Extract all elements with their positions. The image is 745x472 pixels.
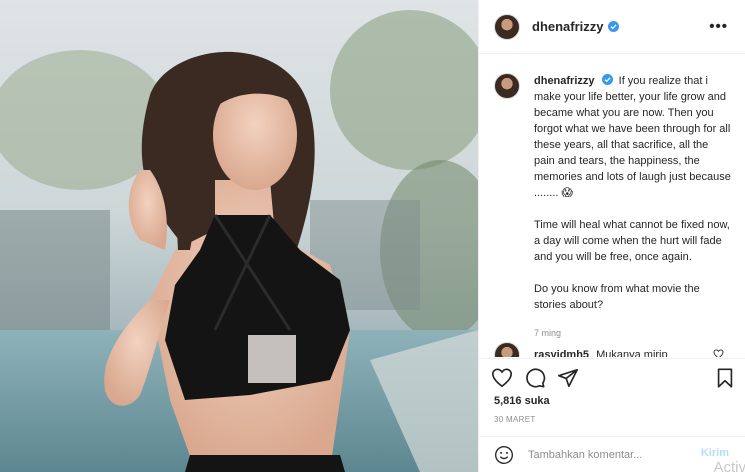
post-date: 30 MARET	[494, 415, 536, 424]
commenter-username[interactable]: rasyidmh5	[534, 349, 589, 357]
commenter-avatar[interactable]	[494, 342, 520, 357]
post-actions: 5,816 suka 30 MARET	[479, 358, 745, 436]
caption-avatar[interactable]	[494, 73, 520, 99]
share-icon[interactable]	[557, 367, 579, 389]
comments-section[interactable]: dhenafrizzy If you realize that i make y…	[479, 55, 745, 357]
post-side-panel: dhenafrizzy ••• dhenafrizzy If you reali…	[478, 0, 745, 472]
action-row	[491, 367, 590, 389]
more-options-icon[interactable]: •••	[709, 18, 728, 35]
comment-icon[interactable]	[524, 367, 546, 389]
comment-item: rasyidmh5 Mukanya mirip	[494, 342, 668, 357]
post-photo-illustration	[0, 10, 478, 472]
likes-count[interactable]: 5,816 suka	[494, 395, 550, 407]
caption-text: dhenafrizzy If you realize that i make y…	[534, 73, 731, 341]
post-photo[interactable]	[0, 0, 478, 472]
comment-input[interactable]	[528, 448, 688, 461]
comment-text: rasyidmh5 Mukanya mirip	[534, 349, 668, 357]
emoji-icon[interactable]	[494, 445, 514, 465]
add-comment-bar: Kirim Activ	[479, 436, 745, 472]
author-avatar[interactable]	[494, 13, 520, 40]
caption: dhenafrizzy If you realize that i make y…	[494, 73, 731, 341]
post-comment-button[interactable]: Kirim	[701, 447, 729, 459]
verified-badge-icon	[607, 21, 619, 32]
post-header: dhenafrizzy •••	[479, 0, 745, 54]
caption-body-1: If you realize that i make your life bet…	[534, 75, 731, 199]
verified-badge-icon	[601, 74, 613, 85]
caption-username[interactable]: dhenafrizzy	[534, 75, 595, 87]
caption-timestamp: 7 ming	[534, 328, 562, 338]
author-username[interactable]: dhenafrizzy	[532, 19, 604, 34]
bookmark-icon[interactable]	[714, 367, 736, 389]
like-icon[interactable]	[491, 367, 513, 389]
caption-paragraph-3: Do you know from what movie the stories …	[534, 283, 700, 311]
caption-paragraph-1: dhenafrizzy If you realize that i make y…	[534, 73, 731, 201]
comment-body: Mukanya mirip	[596, 349, 668, 357]
caption-paragraph-2: Time will heal what cannot be fixed now,…	[534, 219, 730, 263]
like-comment-icon[interactable]	[713, 349, 724, 357]
activation-watermark: Activ	[713, 459, 745, 472]
